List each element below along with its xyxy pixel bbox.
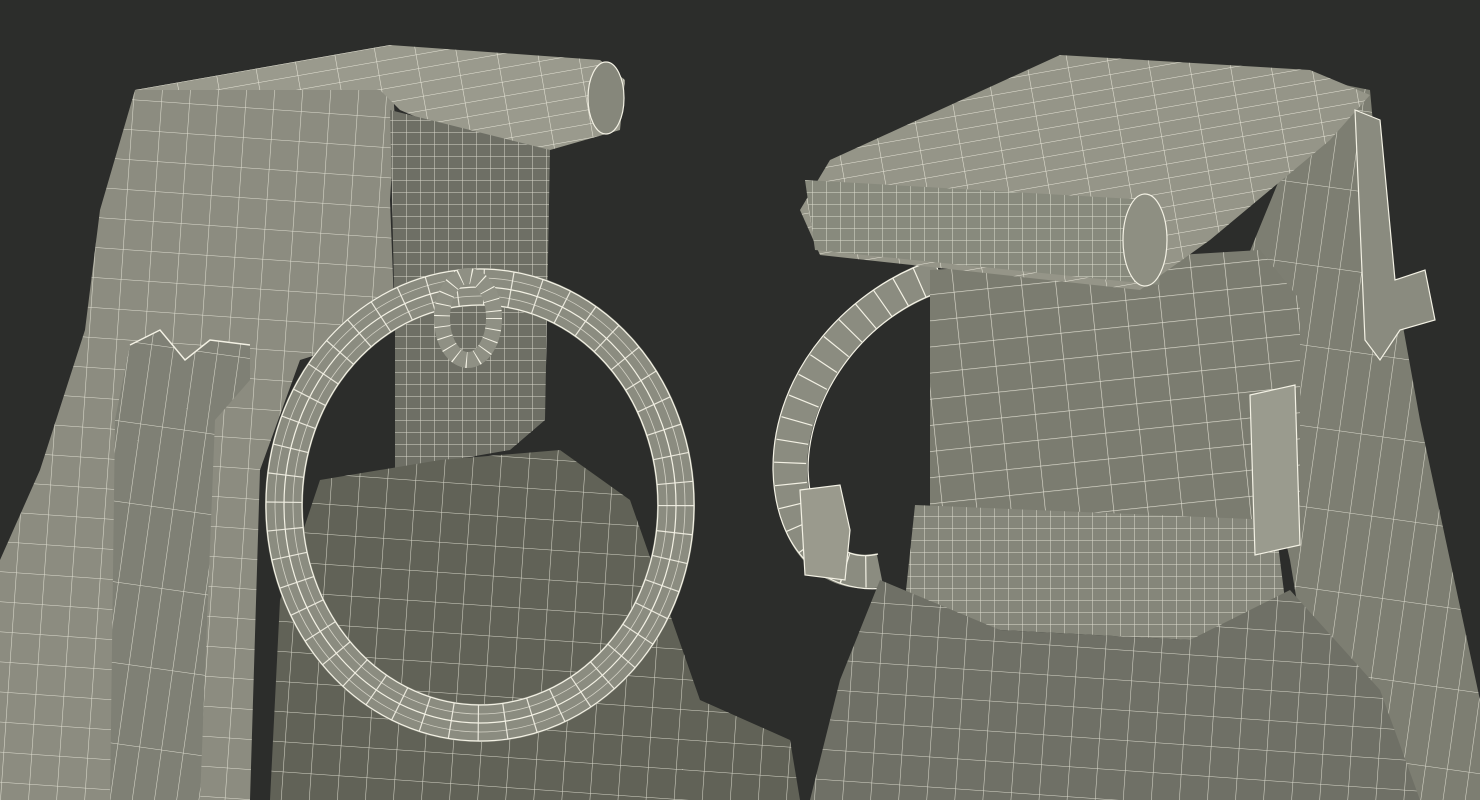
render-canvas bbox=[0, 0, 1480, 800]
right-side-bracket bbox=[1249, 384, 1301, 556]
wireframe-render-scene bbox=[0, 0, 1480, 800]
